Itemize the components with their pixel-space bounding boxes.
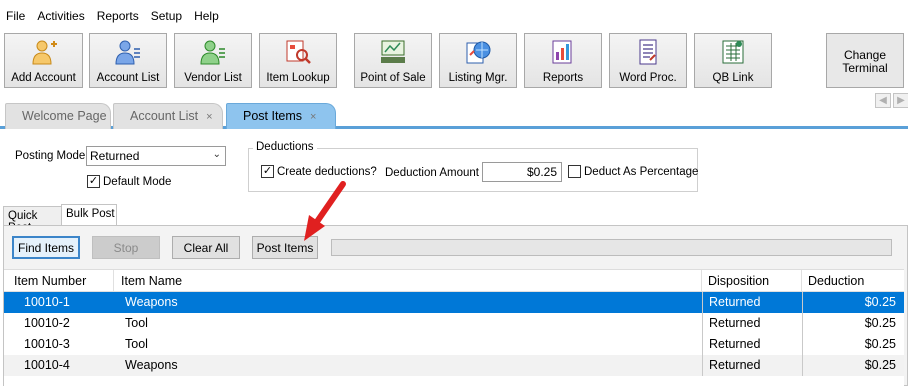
toolbar-label: Reports bbox=[542, 72, 584, 84]
reports-button[interactable]: Reports bbox=[524, 33, 602, 88]
progress-bar bbox=[331, 239, 892, 256]
toolbar-label: Item Lookup bbox=[266, 72, 330, 84]
column-header-disposition[interactable]: Disposition bbox=[702, 270, 802, 292]
reports-icon bbox=[552, 40, 572, 64]
post-items-button[interactable]: Post Items bbox=[252, 236, 318, 259]
listing-manager-icon bbox=[466, 41, 491, 64]
tab-label: Welcome Page bbox=[22, 109, 107, 123]
deduction-cell: $0.25 bbox=[802, 313, 904, 334]
item-name-cell: Weapons bbox=[125, 358, 178, 372]
table-row[interactable]: 10010-2 Tool Returned $0.25 bbox=[4, 313, 904, 334]
menu-reports[interactable]: Reports bbox=[91, 6, 145, 26]
posting-mode-value: Returned bbox=[90, 149, 140, 163]
tab-label: Account List bbox=[130, 109, 199, 123]
word-processor-button[interactable]: Word Proc. bbox=[609, 33, 687, 88]
change-terminal-button[interactable]: Change Terminal bbox=[826, 33, 904, 88]
toolbar-label: Vendor List bbox=[184, 72, 242, 84]
toolbar-label: Add Account bbox=[11, 72, 76, 84]
vendor-list-icon bbox=[200, 40, 225, 65]
find-items-button[interactable]: Find Items bbox=[12, 236, 80, 259]
toolbar-label: QB Link bbox=[712, 72, 754, 84]
vendor-list-button[interactable]: Vendor List bbox=[174, 33, 252, 88]
default-mode-checkbox[interactable]: ✓ bbox=[87, 175, 100, 188]
point-of-sale-icon bbox=[381, 40, 405, 63]
menu-activities[interactable]: Activities bbox=[31, 6, 90, 26]
close-icon[interactable]: × bbox=[206, 111, 212, 123]
document-tabs: Welcome Page Account List × Post Items × bbox=[0, 103, 908, 129]
menu-bar: File Activities Reports Setup Help bbox=[0, 6, 225, 26]
clear-all-button[interactable]: Clear All bbox=[172, 236, 240, 259]
item-lookup-icon bbox=[286, 40, 311, 64]
disposition-cell: Returned bbox=[702, 292, 802, 313]
word-processor-icon bbox=[639, 39, 657, 65]
toolbar: Add Account Account List Vendor List Ite… bbox=[0, 32, 908, 88]
point-of-sale-button[interactable]: Point of Sale bbox=[354, 33, 432, 88]
qb-link-button[interactable]: QB Link bbox=[694, 33, 772, 88]
listing-manager-button[interactable]: Listing Mgr. bbox=[439, 33, 517, 88]
deduct-percentage-label: Deduct As Percentage bbox=[584, 166, 699, 178]
table-row[interactable]: 10010-4 Weapons Returned $0.25 bbox=[4, 355, 904, 376]
items-grid: Item Number Item Name Disposition Deduct… bbox=[4, 269, 904, 386]
deduction-cell: $0.25 bbox=[802, 292, 904, 313]
deduct-percentage-checkbox[interactable] bbox=[568, 165, 581, 178]
deduction-amount-label: Deduction Amount bbox=[385, 167, 479, 179]
column-header-item-number[interactable]: Item Number bbox=[8, 270, 114, 292]
toolbar-label: Listing Mgr. bbox=[448, 72, 508, 84]
menu-file[interactable]: File bbox=[0, 6, 31, 26]
deductions-title: Deductions bbox=[253, 141, 317, 153]
create-deductions-label: Create deductions? bbox=[277, 166, 377, 178]
change-terminal-line2: Terminal bbox=[842, 61, 888, 75]
item-name-cell: Tool bbox=[125, 337, 148, 351]
tab-account-list[interactable]: Account List × bbox=[113, 103, 223, 129]
tab-quick-post[interactable]: Quick Post bbox=[3, 206, 62, 234]
disposition-cell: Returned bbox=[702, 334, 802, 355]
grid-header: Item Number Item Name Disposition Deduct… bbox=[4, 270, 904, 292]
deduction-cell: $0.25 bbox=[802, 334, 904, 355]
item-number-cell: 10010-1 bbox=[24, 295, 70, 309]
table-row[interactable]: 10010-1 Weapons Returned $0.25 bbox=[4, 292, 904, 313]
add-account-button[interactable]: Add Account bbox=[4, 33, 83, 88]
account-list-icon bbox=[115, 40, 140, 65]
item-name-cell: Weapons bbox=[125, 295, 178, 309]
deduction-cell: $0.25 bbox=[802, 355, 904, 376]
deduction-amount-input[interactable]: $0.25 bbox=[482, 162, 562, 182]
column-header-deduction[interactable]: Deduction bbox=[802, 270, 904, 292]
create-deductions-checkbox[interactable]: ✓ bbox=[261, 165, 274, 178]
item-lookup-button[interactable]: Item Lookup bbox=[259, 33, 337, 88]
item-number-cell: 10010-2 bbox=[24, 316, 70, 330]
add-account-icon bbox=[31, 40, 57, 65]
tab-bulk-post[interactable]: Bulk Post bbox=[61, 204, 117, 226]
table-row[interactable]: 10010-3 Tool Returned $0.25 bbox=[4, 334, 904, 355]
item-number-cell: 10010-3 bbox=[24, 337, 70, 351]
chevron-down-icon: ⌄ bbox=[212, 149, 221, 160]
item-name-cell: Tool bbox=[125, 316, 148, 330]
tab-post-items[interactable]: Post Items × bbox=[226, 103, 336, 129]
posting-mode-select[interactable]: Returned ⌄ bbox=[86, 146, 226, 166]
close-icon[interactable]: × bbox=[310, 111, 316, 123]
column-header-item-name[interactable]: Item Name bbox=[115, 270, 702, 292]
menu-setup[interactable]: Setup bbox=[145, 6, 188, 26]
posting-mode-label: Posting Mode bbox=[15, 150, 86, 162]
toolbar-label: Word Proc. bbox=[619, 72, 677, 84]
disposition-cell: Returned bbox=[702, 355, 802, 376]
account-list-button[interactable]: Account List bbox=[89, 33, 167, 88]
toolbar-label: Point of Sale bbox=[360, 72, 426, 84]
qb-link-icon bbox=[722, 40, 744, 64]
toolbar-label: Account List bbox=[96, 72, 160, 84]
default-mode-label: Default Mode bbox=[103, 176, 172, 188]
menu-help[interactable]: Help bbox=[188, 6, 225, 26]
tab-welcome-page[interactable]: Welcome Page bbox=[5, 103, 111, 129]
item-number-cell: 10010-4 bbox=[24, 358, 70, 372]
disposition-cell: Returned bbox=[702, 313, 802, 334]
stop-button[interactable]: Stop bbox=[92, 236, 160, 259]
tab-label: Post Items bbox=[243, 109, 303, 123]
